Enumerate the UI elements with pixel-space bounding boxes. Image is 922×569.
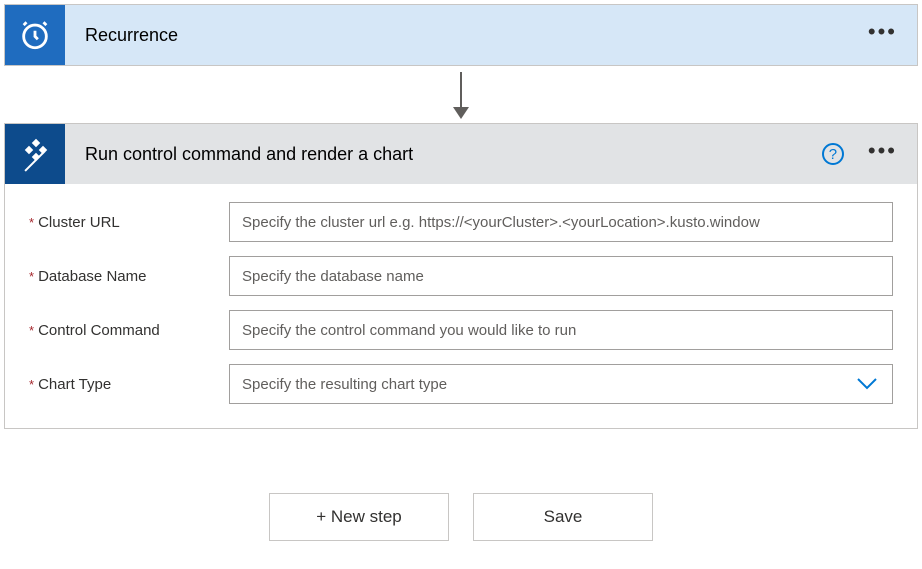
required-mark: *	[29, 215, 34, 230]
database-name-row: * Database Name	[29, 256, 893, 296]
kusto-action-card: Run control command and render a chart ?…	[4, 123, 918, 429]
chart-type-label-text: Chart Type	[38, 376, 111, 393]
chart-type-select[interactable]	[229, 364, 893, 404]
save-button[interactable]: Save	[473, 493, 653, 541]
control-command-input[interactable]	[229, 310, 893, 350]
data-explorer-icon	[5, 124, 65, 184]
kusto-title: Run control command and render a chart	[85, 144, 822, 165]
overflow-menu-icon[interactable]: •••	[868, 26, 897, 45]
chart-type-label: * Chart Type	[29, 376, 229, 393]
designer-footer: + New step Save	[269, 493, 653, 541]
chart-type-row: * Chart Type	[29, 364, 893, 404]
cluster-url-label-text: Cluster URL	[38, 214, 120, 231]
cluster-url-label: * Cluster URL	[29, 214, 229, 231]
control-command-label-text: Control Command	[38, 322, 160, 339]
control-command-row: * Control Command	[29, 310, 893, 350]
overflow-menu-icon[interactable]: •••	[868, 145, 897, 164]
required-mark: *	[29, 323, 34, 338]
cluster-url-input[interactable]	[229, 202, 893, 242]
database-name-input[interactable]	[229, 256, 893, 296]
required-mark: *	[29, 269, 34, 284]
control-command-label: * Control Command	[29, 322, 229, 339]
kusto-header[interactable]: Run control command and render a chart ?…	[5, 124, 917, 184]
help-icon[interactable]: ?	[822, 143, 844, 165]
flow-arrow-icon	[453, 72, 469, 119]
required-mark: *	[29, 377, 34, 392]
schedule-icon	[5, 5, 65, 65]
recurrence-header[interactable]: Recurrence •••	[5, 5, 917, 65]
database-name-label-text: Database Name	[38, 268, 146, 285]
cluster-url-row: * Cluster URL	[29, 202, 893, 242]
recurrence-title: Recurrence	[85, 25, 868, 46]
recurrence-card: Recurrence •••	[4, 4, 918, 66]
database-name-label: * Database Name	[29, 268, 229, 285]
new-step-button[interactable]: + New step	[269, 493, 449, 541]
kusto-form: * Cluster URL * Database Name * Control …	[5, 184, 917, 428]
